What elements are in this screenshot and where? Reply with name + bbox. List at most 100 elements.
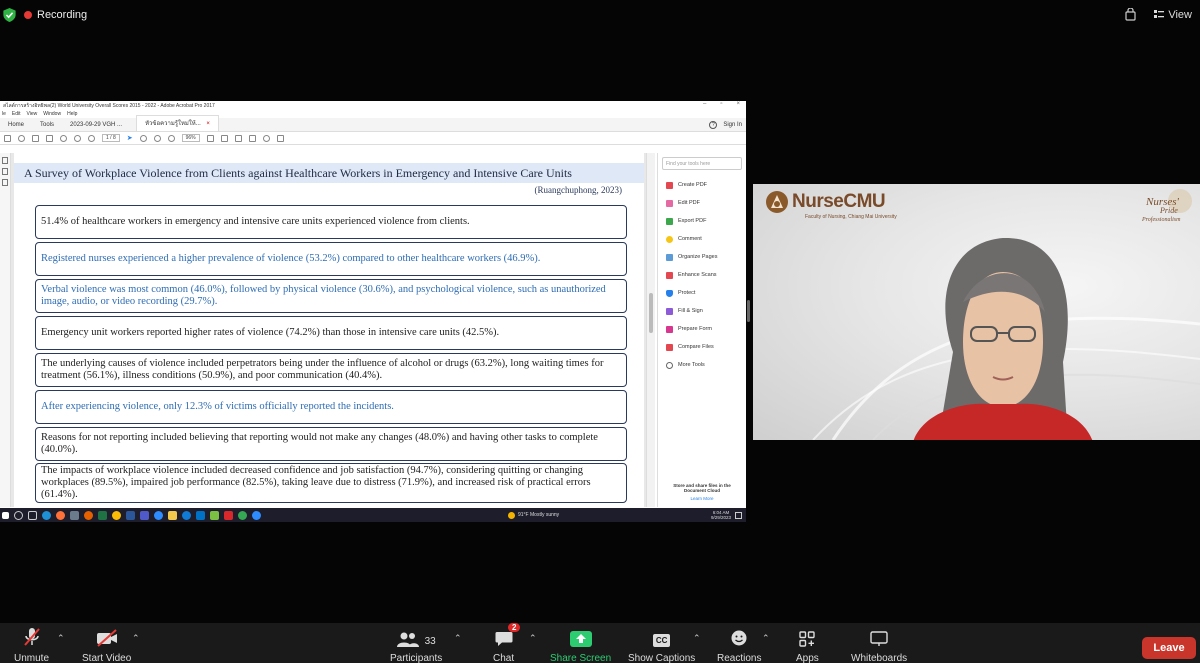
- word-app-icon[interactable]: [126, 510, 135, 520]
- chrome-app-icon[interactable]: [112, 510, 121, 520]
- tab-document-2[interactable]: หัวข้อความรู้ใหม่ให้... ×: [136, 115, 219, 131]
- tab-home[interactable]: Home: [0, 122, 32, 131]
- tool-more-tools[interactable]: More Tools: [658, 356, 746, 374]
- document-scrollbar[interactable]: [646, 153, 655, 507]
- panel-splitter-handle[interactable]: [747, 300, 750, 322]
- zoom-level-field[interactable]: 96%: [181, 134, 200, 142]
- close-tab-icon[interactable]: ×: [206, 121, 210, 127]
- tool-fill-sign[interactable]: Fill & Sign: [658, 302, 746, 320]
- tool-label: Fill & Sign: [678, 308, 703, 314]
- leave-button[interactable]: Leave: [1142, 637, 1196, 659]
- tool-compare-files[interactable]: Compare Files: [658, 338, 746, 356]
- green-app-icon[interactable]: [210, 510, 219, 520]
- firefox-app-icon[interactable]: [56, 510, 65, 520]
- menu-view[interactable]: View: [27, 111, 38, 117]
- participant-video-tile[interactable]: NurseCMU Faculty of Nursing, Chiang Mai …: [753, 184, 1200, 440]
- tab-document-1[interactable]: 2023-09-29 VGH ...: [62, 122, 130, 131]
- chat-options-caret-icon[interactable]: ⌃: [529, 633, 537, 644]
- maximize-icon[interactable]: ▫: [720, 101, 722, 107]
- sign-in-link[interactable]: Sign In: [723, 122, 742, 128]
- video-options-caret-icon[interactable]: ⌃: [132, 633, 140, 644]
- rotate-icon[interactable]: [220, 134, 228, 142]
- explorer-app-icon[interactable]: [168, 510, 177, 520]
- prev-page-icon[interactable]: [74, 134, 81, 142]
- save-icon[interactable]: [4, 134, 11, 142]
- email-icon[interactable]: [46, 134, 53, 142]
- tool-prepare-form[interactable]: Prepare Form: [658, 320, 746, 338]
- excel-app-icon[interactable]: [98, 510, 107, 520]
- sign-pen-icon[interactable]: [276, 134, 284, 142]
- tool-edit-pdf[interactable]: Edit PDF: [658, 194, 746, 212]
- captions-options-caret-icon[interactable]: ⌃: [693, 633, 701, 644]
- menu-help[interactable]: Help: [67, 111, 77, 117]
- recording-indicator[interactable]: Recording: [24, 9, 87, 21]
- tool-organize-pages[interactable]: Organize Pages: [658, 248, 746, 266]
- zoom-app-icon[interactable]: [154, 510, 163, 520]
- print-icon[interactable]: [32, 134, 39, 142]
- clock[interactable]: 6:04 AM 9/29/2023: [711, 510, 731, 520]
- bookmarks-icon[interactable]: [2, 168, 8, 175]
- immersive-view-icon[interactable]: [1125, 8, 1136, 21]
- reactions-options-caret-icon[interactable]: ⌃: [762, 633, 770, 644]
- scrollbar-thumb[interactable]: [649, 293, 653, 333]
- edge-app-icon[interactable]: [42, 510, 51, 520]
- tool-comment[interactable]: Comment: [658, 230, 746, 248]
- fit-page-icon[interactable]: [206, 134, 214, 142]
- menu-window[interactable]: Window: [43, 111, 61, 117]
- zoom-in-icon[interactable]: [167, 134, 175, 142]
- close-window-icon[interactable]: ×: [736, 101, 740, 107]
- minimize-icon[interactable]: –: [703, 101, 706, 107]
- menu-file[interactable]: le: [2, 111, 6, 117]
- firefox-app-icon-2[interactable]: [84, 510, 93, 520]
- hand-tool-icon[interactable]: [139, 134, 147, 142]
- chrome-app-icon-2[interactable]: [238, 510, 247, 520]
- weather-widget[interactable]: 91°F Mostly sunny: [508, 508, 559, 522]
- zoom-out-icon[interactable]: [153, 134, 161, 142]
- taskbar-search-icon[interactable]: [14, 510, 23, 520]
- tab-tools[interactable]: Tools: [32, 122, 62, 131]
- tool-enhance-scans[interactable]: Enhance Scans: [658, 266, 746, 284]
- attachments-icon[interactable]: [2, 179, 8, 186]
- view-button[interactable]: View: [1154, 9, 1192, 21]
- menu-edit[interactable]: Edit: [12, 111, 21, 117]
- reading-mode-icon[interactable]: [248, 134, 256, 142]
- next-page-icon[interactable]: [88, 134, 95, 142]
- fullscreen-icon[interactable]: [234, 134, 242, 142]
- tool-protect[interactable]: Protect: [658, 284, 746, 302]
- tool-export-pdf[interactable]: Export PDF: [658, 212, 746, 230]
- find-tools-input[interactable]: Find your tools here: [662, 157, 742, 170]
- security-shield-icon[interactable]: [3, 8, 16, 22]
- share-screen-button[interactable]: Share Screen: [550, 625, 611, 663]
- reactions-button[interactable]: Reactions: [717, 625, 761, 663]
- top-left-status: Recording: [3, 8, 87, 22]
- audio-options-caret-icon[interactable]: ⌃: [57, 633, 65, 644]
- page-thumbnails-icon[interactable]: [2, 157, 8, 164]
- unmute-button[interactable]: Unmute: [14, 625, 49, 663]
- help-icon[interactable]: ?: [709, 121, 718, 129]
- show-captions-button[interactable]: CC Show Captions: [628, 625, 695, 663]
- page-number-field[interactable]: 1 / 8: [102, 134, 120, 142]
- notifications-icon[interactable]: [735, 511, 742, 519]
- edge-app-icon-2[interactable]: [182, 510, 191, 520]
- task-view-icon[interactable]: [28, 510, 37, 520]
- zoom-app-icon-2[interactable]: [252, 510, 261, 520]
- participants-options-caret-icon[interactable]: ⌃: [454, 633, 462, 644]
- learn-more-link[interactable]: Learn More: [662, 496, 742, 501]
- acrobat-app-icon[interactable]: [224, 510, 233, 520]
- teams-app-icon[interactable]: [140, 510, 149, 520]
- participants-button[interactable]: 33 Participants: [390, 625, 442, 663]
- chat-bubble-icon: [495, 632, 513, 646]
- whiteboards-button[interactable]: Whiteboards: [851, 625, 907, 663]
- select-tool-icon[interactable]: ➤: [127, 134, 133, 142]
- cloud-upload-icon[interactable]: [18, 134, 25, 142]
- participant-person: [913, 237, 1093, 440]
- start-video-button[interactable]: Start Video: [82, 625, 131, 663]
- search-icon[interactable]: [60, 134, 67, 142]
- apps-button[interactable]: Apps: [796, 625, 819, 663]
- outlook-app-icon[interactable]: [196, 510, 205, 520]
- comment-icon[interactable]: [262, 134, 270, 142]
- chat-button[interactable]: 2 Chat: [493, 623, 521, 663]
- file-app-icon[interactable]: [70, 510, 79, 520]
- windows-start-icon[interactable]: [2, 511, 9, 519]
- tool-create-pdf[interactable]: Create PDF: [658, 176, 746, 194]
